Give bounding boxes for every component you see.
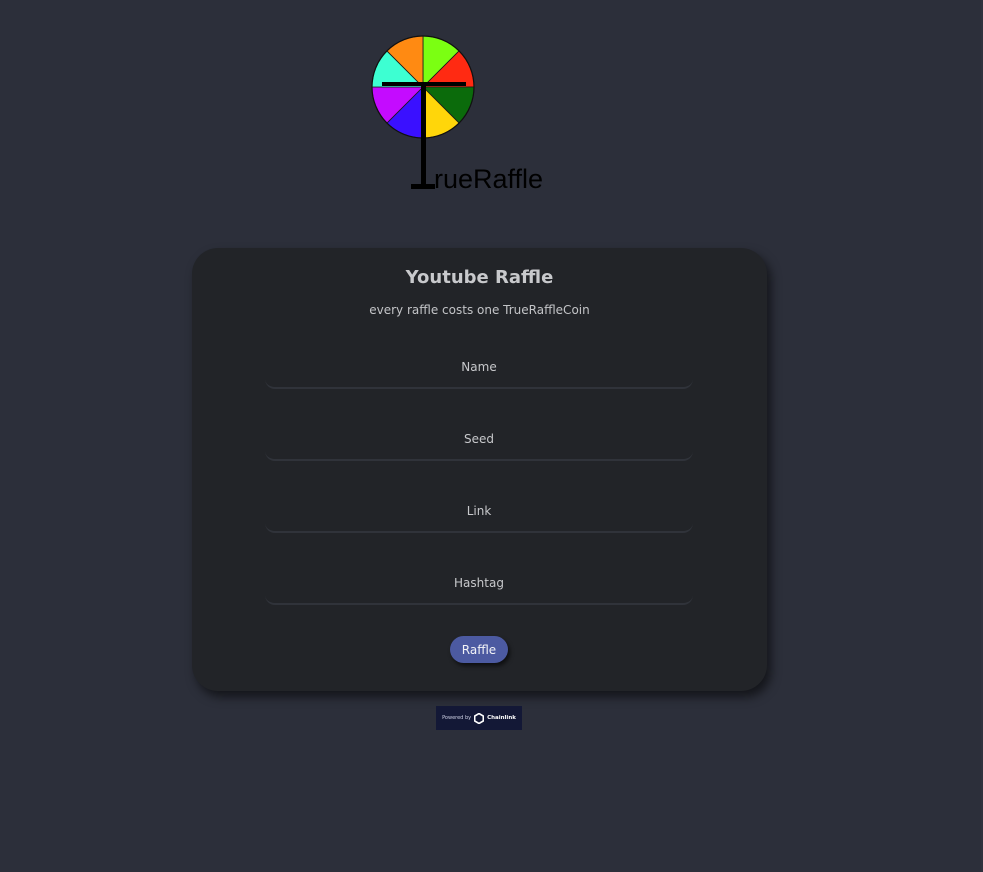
card-title: Youtube Raffle bbox=[405, 267, 554, 288]
chainlink-brand-label: Chainlink bbox=[487, 715, 516, 721]
logo-t-base bbox=[411, 184, 435, 189]
name-input[interactable] bbox=[265, 343, 693, 389]
page: rueRaffle Youtube Raffle every raffle co… bbox=[0, 0, 983, 872]
powered-by-label: Powered by bbox=[442, 715, 472, 721]
raffle-wheel-logo-graphic: rueRaffle bbox=[371, 35, 543, 194]
hashtag-field bbox=[265, 559, 693, 605]
link-input[interactable] bbox=[265, 487, 693, 533]
logo-t-stem bbox=[421, 84, 426, 188]
hashtag-input[interactable] bbox=[265, 559, 693, 605]
seed-input[interactable] bbox=[265, 415, 693, 461]
truerraffle-logo: rueRaffle bbox=[366, 28, 566, 198]
raffle-card: Youtube Raffle every raffle costs one Tr… bbox=[192, 248, 767, 691]
link-field bbox=[265, 487, 693, 533]
card-subtitle: every raffle costs one TrueRaffleCoin bbox=[369, 303, 590, 317]
logo-wordmark: rueRaffle bbox=[434, 164, 543, 194]
name-field bbox=[265, 343, 693, 389]
raffle-button[interactable]: Raffle bbox=[450, 636, 508, 663]
powered-by-chainlink-badge[interactable]: Powered by Chainlink bbox=[436, 706, 522, 730]
chainlink-hexagon-icon bbox=[474, 712, 485, 724]
seed-field bbox=[265, 415, 693, 461]
